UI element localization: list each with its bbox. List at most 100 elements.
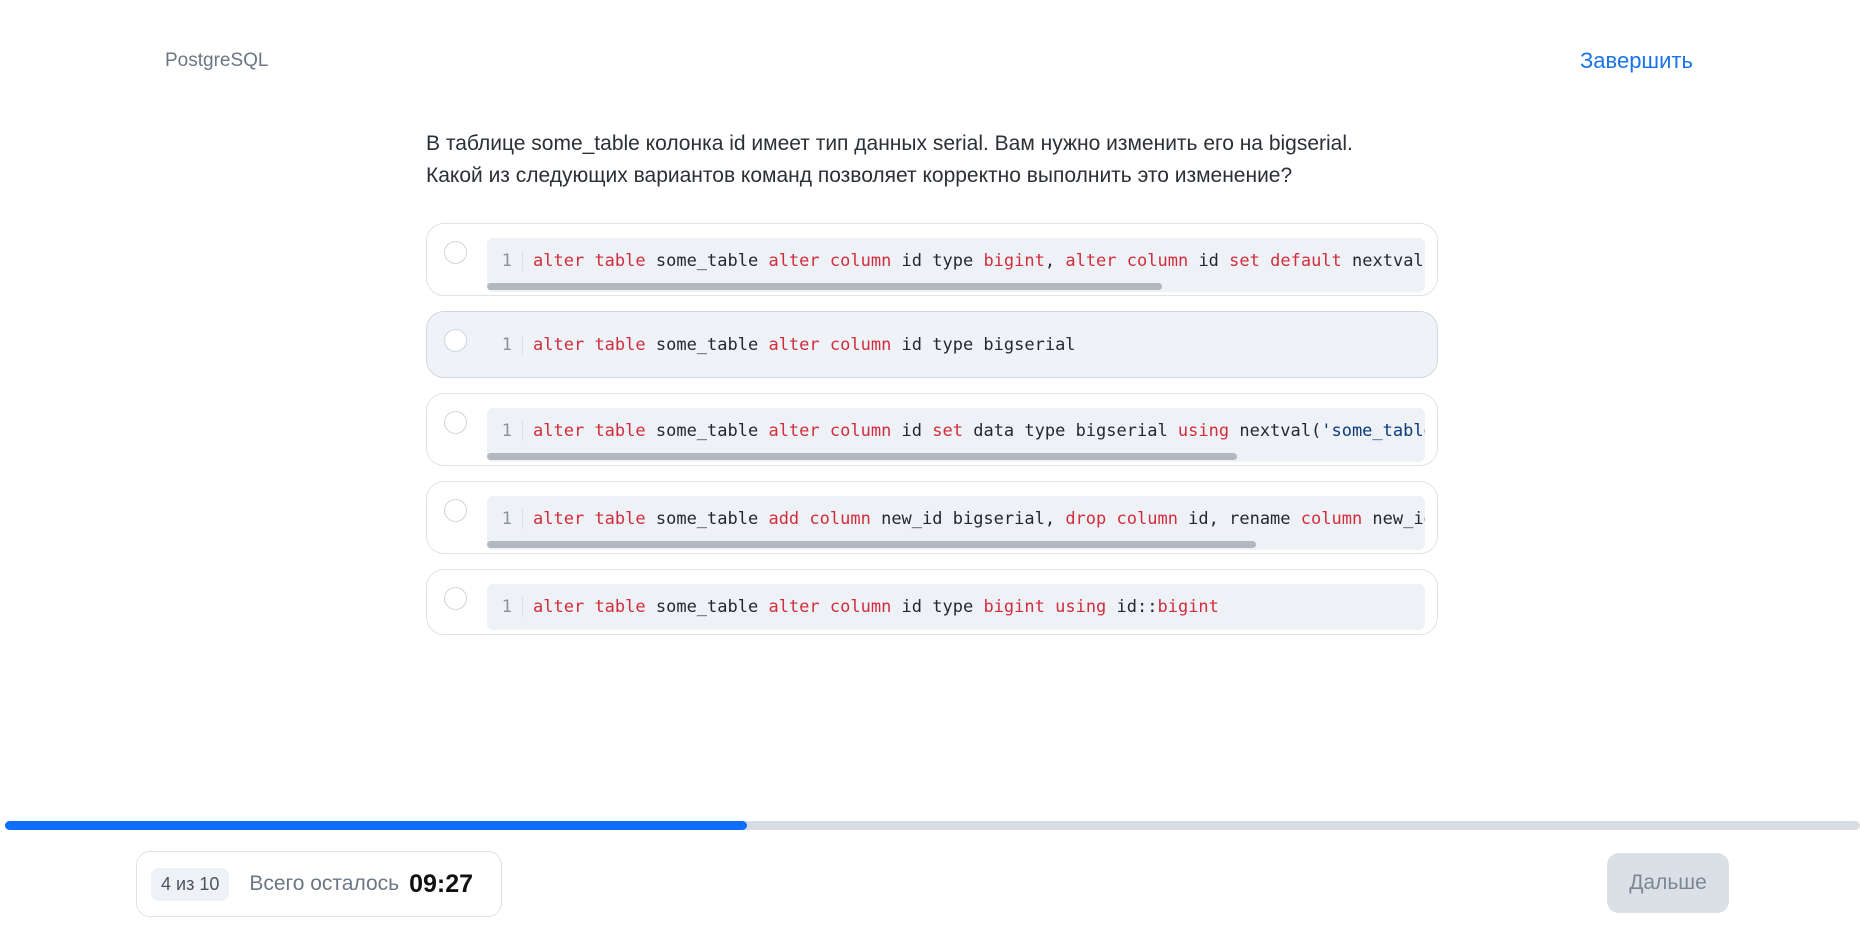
timer: 09:27 <box>409 869 474 898</box>
sql-keyword: column <box>1126 251 1189 271</box>
sql-keyword: alter <box>768 421 820 441</box>
sql-keyword: table <box>594 421 646 441</box>
sql-keyword: add <box>768 509 800 529</box>
sql-keyword: column <box>809 509 871 529</box>
horizontal-scrollbar[interactable] <box>487 541 1256 548</box>
code-block: 1 alter table some_table add column new_i… <box>487 496 1425 550</box>
sql-keyword: drop <box>1065 509 1107 529</box>
sql-text: id:: <box>1106 597 1158 617</box>
sql-keyword: table <box>594 251 646 271</box>
sql-keyword: alter <box>768 335 820 355</box>
answer-option[interactable]: 1 alter table some_table alter column id … <box>426 569 1438 635</box>
test-subject-label: PostgreSQL <box>165 50 269 71</box>
answer-option[interactable]: 1 alter table some_table alter column id … <box>426 223 1438 296</box>
answer-option[interactable]: 1 alter table some_table alter column id … <box>426 311 1438 378</box>
code-block: 1 alter table some_table alter column id … <box>487 408 1425 462</box>
sql-keyword: using <box>1177 421 1230 441</box>
radio-button[interactable] <box>444 329 467 352</box>
top-bar: PostgreSQL Завершить <box>0 0 1860 110</box>
code-line: 1 alter table some_table alter column id … <box>487 408 1425 454</box>
sql-keyword: column <box>829 597 892 617</box>
sql-text: nextval( <box>1341 251 1425 271</box>
progress-bar <box>5 821 1860 830</box>
code-line: 1 alter table some_table alter column id … <box>487 584 1425 630</box>
sql-keyword: alter <box>533 421 585 441</box>
sql-text: data type bigserial <box>962 421 1178 441</box>
finish-link[interactable]: Завершить <box>1580 48 1693 74</box>
sql-text: some_table <box>645 509 769 529</box>
answer-option[interactable]: 1 alter table some_table alter column id … <box>426 393 1438 466</box>
sql-text: nextval( <box>1229 421 1322 441</box>
sql-keyword: set <box>932 421 963 441</box>
sql-keyword: column <box>829 335 892 355</box>
sql-text: id type <box>891 597 984 617</box>
sql-string: 'some_table_id_ <box>1321 421 1425 441</box>
sql-keyword: bigint <box>983 251 1045 271</box>
sql-keyword: table <box>594 509 646 529</box>
sql-text: new_id bigserial, <box>870 509 1066 529</box>
sql-keyword: table <box>594 335 646 355</box>
progress-fill <box>5 821 747 830</box>
radio-button[interactable] <box>444 587 467 610</box>
sql-text: id <box>891 421 933 441</box>
code-line: 1 alter table some_table alter column id … <box>487 322 1425 368</box>
sql-text: new_id <box>1372 509 1425 529</box>
code-block: 1 alter table some_table alter column id … <box>487 322 1425 368</box>
sql-keyword: alter <box>533 251 585 271</box>
line-number: 1 <box>487 251 523 271</box>
question-text: В таблице some_table колонка id имеет ти… <box>426 128 1426 192</box>
sql-keyword: column <box>1300 509 1363 529</box>
sql-text: id, rename <box>1177 509 1301 529</box>
code-block: 1 alter table some_table alter column id … <box>487 584 1425 630</box>
horizontal-scrollbar[interactable] <box>487 283 1162 290</box>
question-line-1: В таблице some_table колонка id имеет ти… <box>426 132 1353 155</box>
radio-button[interactable] <box>444 241 467 264</box>
sql-keyword: alter <box>768 597 820 617</box>
sql-text: id type bigserial <box>891 335 1076 355</box>
radio-button[interactable] <box>444 499 467 522</box>
line-number: 1 <box>487 335 523 355</box>
code-line: 1 alter table some_table add column new_i… <box>487 496 1425 542</box>
status-panel: 4 из 10 Всего осталось 09:27 <box>136 851 502 917</box>
question-counter: 4 из 10 <box>151 867 230 901</box>
code-block: 1 alter table some_table alter column id … <box>487 238 1425 292</box>
sql-keyword: alter <box>533 335 585 355</box>
radio-button[interactable] <box>444 411 467 434</box>
sql-keyword: alter <box>1065 251 1117 271</box>
time-remaining-label: Всего осталось <box>249 872 400 895</box>
code-text: alter table some_table alter column id t… <box>533 251 1425 271</box>
sql-keyword: bigint <box>1157 597 1219 617</box>
code-text: alter table some_table add column new_id… <box>533 509 1425 529</box>
horizontal-scrollbar[interactable] <box>487 453 1237 460</box>
line-number: 1 <box>487 597 523 617</box>
sql-keyword: table <box>594 597 646 617</box>
sql-text: some_table <box>645 421 769 441</box>
question-line-2: Какой из следующих вариантов команд позв… <box>426 164 1293 187</box>
sql-text: some_table <box>645 597 769 617</box>
sql-keyword: bigint <box>983 597 1045 617</box>
code-text: alter table some_table alter column id t… <box>533 597 1219 617</box>
answer-option[interactable]: 1 alter table some_table add column new_i… <box>426 481 1438 554</box>
sql-keyword: alter <box>768 251 820 271</box>
sql-keyword: using <box>1055 597 1107 617</box>
sql-text: id <box>1188 251 1230 271</box>
sql-keyword: column <box>829 421 892 441</box>
sql-text: , <box>1044 251 1066 271</box>
line-number: 1 <box>487 421 523 441</box>
sql-keyword: column <box>1116 509 1178 529</box>
sql-keyword: alter <box>533 597 585 617</box>
next-button[interactable]: Дальше <box>1607 853 1729 913</box>
sql-text: some_table <box>645 335 769 355</box>
